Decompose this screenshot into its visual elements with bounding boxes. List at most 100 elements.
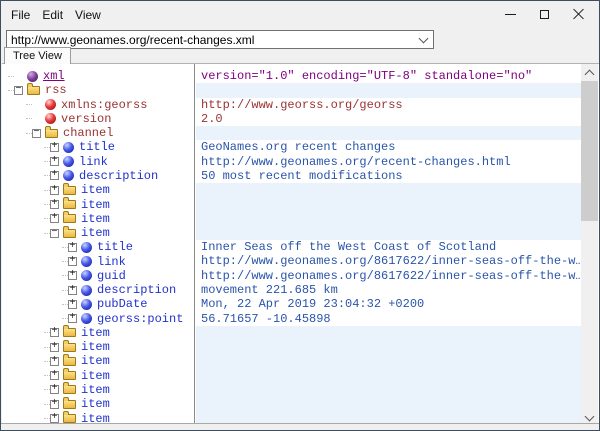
- value-row: [196, 326, 581, 340]
- xml-tree-pane[interactable]: xml − rssxmlns:georssversion − channel + title…: [2, 64, 195, 426]
- expand-icon[interactable]: +: [50, 371, 59, 380]
- tree-node-label[interactable]: link: [79, 155, 108, 169]
- tree-node[interactable]: − channel: [2, 126, 194, 140]
- expand-icon[interactable]: +: [50, 385, 59, 394]
- value-row: http://www.georss.org/georss: [196, 98, 581, 112]
- menu-file[interactable]: File: [5, 5, 36, 25]
- expand-icon[interactable]: +: [50, 200, 59, 209]
- maximize-icon: [540, 10, 549, 19]
- tree-node-label[interactable]: item: [81, 326, 110, 340]
- chevron-up-icon: [585, 69, 595, 79]
- scrollbar-thumb[interactable]: [581, 81, 598, 221]
- tree-node[interactable]: + item: [2, 326, 194, 340]
- tree-node-label[interactable]: description: [97, 283, 176, 297]
- tree-node[interactable]: + description: [2, 283, 194, 297]
- tree-node-label[interactable]: version: [61, 112, 111, 126]
- tree-node[interactable]: + item: [2, 197, 194, 211]
- value-row: [196, 383, 581, 397]
- tree-node[interactable]: version: [2, 112, 194, 126]
- collapse-icon[interactable]: −: [14, 86, 23, 95]
- tree-node[interactable]: xmlns:georss: [2, 98, 194, 112]
- expand-icon[interactable]: +: [50, 143, 59, 152]
- expand-icon[interactable]: +: [50, 414, 59, 423]
- tree-node-label[interactable]: item: [81, 340, 110, 354]
- tree-node[interactable]: + title: [2, 240, 194, 254]
- minimize-button[interactable]: [493, 2, 527, 26]
- blue-sphere-icon: [81, 242, 92, 253]
- tree-node-label[interactable]: description: [79, 169, 158, 183]
- tree-node-label[interactable]: title: [97, 240, 133, 254]
- tree-node-label[interactable]: item: [81, 354, 110, 368]
- tree-node[interactable]: + item: [2, 183, 194, 197]
- close-button[interactable]: [561, 2, 595, 26]
- value-row: [196, 126, 581, 140]
- expand-icon[interactable]: +: [50, 400, 59, 409]
- tree-node[interactable]: − rss: [2, 83, 194, 97]
- tree-node[interactable]: − item: [2, 226, 194, 240]
- tree-node-label[interactable]: georss:point: [97, 312, 183, 326]
- expand-icon[interactable]: +: [68, 271, 77, 280]
- folder-icon: [45, 129, 58, 138]
- folder-icon: [63, 385, 76, 394]
- maximize-button[interactable]: [527, 2, 561, 26]
- expand-icon[interactable]: +: [50, 186, 59, 195]
- tree-node[interactable]: + pubDate: [2, 297, 194, 311]
- tree-node-label[interactable]: title: [79, 140, 115, 154]
- tree-node[interactable]: + link: [2, 254, 194, 268]
- vertical-scrollbar[interactable]: [581, 64, 598, 426]
- tab-tree-view[interactable]: Tree View: [4, 47, 71, 64]
- collapse-icon[interactable]: −: [32, 129, 41, 138]
- collapse-icon[interactable]: −: [50, 229, 59, 238]
- expand-icon[interactable]: +: [50, 357, 59, 366]
- expand-icon[interactable]: +: [50, 157, 59, 166]
- value-row: [196, 212, 581, 226]
- tree-node-label[interactable]: rss: [45, 83, 67, 97]
- tree-node[interactable]: + guid: [2, 269, 194, 283]
- tree-node[interactable]: + title: [2, 140, 194, 154]
- tree-node[interactable]: + item: [2, 340, 194, 354]
- tree-node-label[interactable]: xml: [43, 69, 65, 83]
- tree-node-label[interactable]: item: [81, 198, 110, 212]
- value-row: Mon, 22 Apr 2019 23:04:32 +0200: [196, 297, 581, 311]
- tree-node-label[interactable]: item: [81, 383, 110, 397]
- tree-node-label[interactable]: item: [81, 397, 110, 411]
- menu-view[interactable]: View: [69, 5, 107, 25]
- tree-node[interactable]: + georss:point: [2, 312, 194, 326]
- tree-node-label[interactable]: item: [81, 369, 110, 383]
- scroll-up-button[interactable]: [581, 64, 598, 81]
- tree-node[interactable]: + item: [2, 369, 194, 383]
- expand-icon[interactable]: +: [68, 314, 77, 323]
- folder-icon: [63, 400, 76, 409]
- tree-node-label[interactable]: xmlns:georss: [61, 98, 147, 112]
- expand-icon[interactable]: +: [50, 343, 59, 352]
- url-dropdown-button[interactable]: [415, 34, 431, 46]
- menu-edit[interactable]: Edit: [36, 5, 69, 25]
- tree-node-label[interactable]: channel: [63, 126, 113, 140]
- expand-icon[interactable]: +: [68, 243, 77, 252]
- tree-node[interactable]: + item: [2, 212, 194, 226]
- tree-node-label[interactable]: item: [81, 183, 110, 197]
- expand-icon[interactable]: +: [68, 300, 77, 309]
- tree-node-label[interactable]: item: [81, 212, 110, 226]
- value-row: Inner Seas off the West Coast of Scotlan…: [196, 240, 581, 254]
- tree-node[interactable]: xml: [2, 69, 194, 83]
- tree-node[interactable]: + link: [2, 155, 194, 169]
- expand-icon[interactable]: +: [68, 257, 77, 266]
- expand-icon[interactable]: +: [68, 286, 77, 295]
- blue-sphere-icon: [81, 256, 92, 267]
- tree-node-label[interactable]: link: [97, 255, 126, 269]
- tree-node[interactable]: + item: [2, 354, 194, 368]
- expand-icon[interactable]: +: [50, 171, 59, 180]
- expand-icon[interactable]: +: [50, 214, 59, 223]
- blue-sphere-icon: [81, 299, 92, 310]
- tree-node[interactable]: + description: [2, 169, 194, 183]
- tree-node[interactable]: + item: [2, 397, 194, 411]
- tree-node-label[interactable]: guid: [97, 269, 126, 283]
- expand-icon[interactable]: +: [50, 328, 59, 337]
- tree-node[interactable]: + item: [2, 383, 194, 397]
- tree-node-label[interactable]: item: [81, 226, 110, 240]
- bottom-strip: [1, 423, 599, 430]
- value-row: [196, 197, 581, 211]
- folder-icon: [27, 86, 40, 95]
- tree-node-label[interactable]: pubDate: [97, 297, 147, 311]
